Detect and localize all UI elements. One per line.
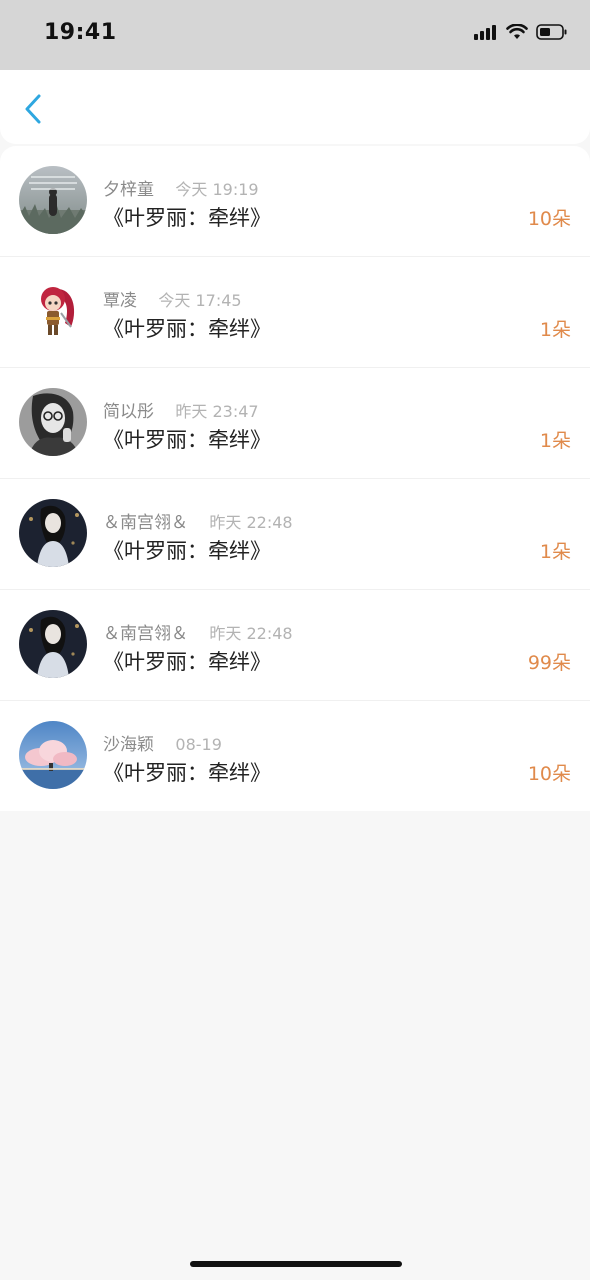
sender-name: 夕梓童 (103, 180, 154, 200)
sender-name: ＆南宫翎＆ (103, 624, 188, 644)
status-icons (474, 23, 568, 44)
list-item[interactable]: ＆南宫翎＆ 昨天 22:48 《叶罗丽：牵绊》 99朵 (0, 590, 590, 701)
timestamp: 08-19 (175, 735, 222, 754)
back-button[interactable] (18, 94, 48, 128)
nav-bar (0, 70, 590, 144)
sender-name: ＆南宫翎＆ (103, 513, 188, 533)
timestamp: 昨天 22:48 (209, 624, 293, 643)
work-title: 《叶罗丽：牵绊》 (103, 317, 271, 341)
flower-count: 1朵 (539, 319, 571, 341)
item-meta: ＆南宫翎＆ 昨天 22:48 (103, 619, 293, 644)
timestamp: 昨天 23:47 (175, 402, 259, 421)
avatar (19, 721, 87, 789)
avatar (19, 166, 87, 234)
list-item[interactable]: 夕梓童 今天 19:19 《叶罗丽：牵绊》 10朵 (0, 146, 590, 257)
chevron-left-icon (24, 93, 42, 129)
sender-name: 覃凌 (103, 291, 137, 311)
battery-icon (536, 24, 568, 44)
flower-count: 99朵 (527, 652, 571, 674)
list-item[interactable]: ＆南宫翎＆ 昨天 22:48 《叶罗丽：牵绊》 1朵 (0, 479, 590, 590)
signal-icon (474, 24, 498, 44)
avatar (19, 610, 87, 678)
work-title: 《叶罗丽：牵绊》 (103, 650, 271, 674)
flower-count: 1朵 (539, 430, 571, 452)
work-title: 《叶罗丽：牵绊》 (103, 428, 271, 452)
flower-count: 1朵 (539, 541, 571, 563)
gift-list: 夕梓童 今天 19:19 《叶罗丽：牵绊》 10朵 覃凌 今天 17:45 《叶… (0, 146, 590, 811)
timestamp: 今天 17:45 (158, 291, 242, 310)
avatar (19, 277, 87, 345)
timestamp: 今天 19:19 (175, 180, 259, 199)
avatar (19, 388, 87, 456)
status-time: 19:41 (44, 20, 117, 45)
wifi-icon (506, 23, 528, 44)
home-indicator (190, 1261, 402, 1267)
item-meta: 夕梓童 今天 19:19 (103, 175, 259, 200)
work-title: 《叶罗丽：牵绊》 (103, 539, 271, 563)
list-item[interactable]: 沙海颖 08-19 《叶罗丽：牵绊》 10朵 (0, 701, 590, 811)
list-item[interactable]: 简以彤 昨天 23:47 《叶罗丽：牵绊》 1朵 (0, 368, 590, 479)
work-title: 《叶罗丽：牵绊》 (103, 206, 271, 230)
item-meta: 沙海颖 08-19 (103, 730, 222, 755)
item-meta: 简以彤 昨天 23:47 (103, 397, 259, 422)
sender-name: 沙海颖 (103, 735, 154, 755)
list-item[interactable]: 覃凌 今天 17:45 《叶罗丽：牵绊》 1朵 (0, 257, 590, 368)
sender-name: 简以彤 (103, 402, 154, 422)
status-bar: 19:41 (0, 0, 590, 70)
flower-count: 10朵 (527, 208, 571, 230)
work-title: 《叶罗丽：牵绊》 (103, 761, 271, 785)
avatar (19, 499, 87, 567)
flower-count: 10朵 (527, 763, 571, 785)
timestamp: 昨天 22:48 (209, 513, 293, 532)
item-meta: ＆南宫翎＆ 昨天 22:48 (103, 508, 293, 533)
item-meta: 覃凌 今天 17:45 (103, 286, 242, 311)
